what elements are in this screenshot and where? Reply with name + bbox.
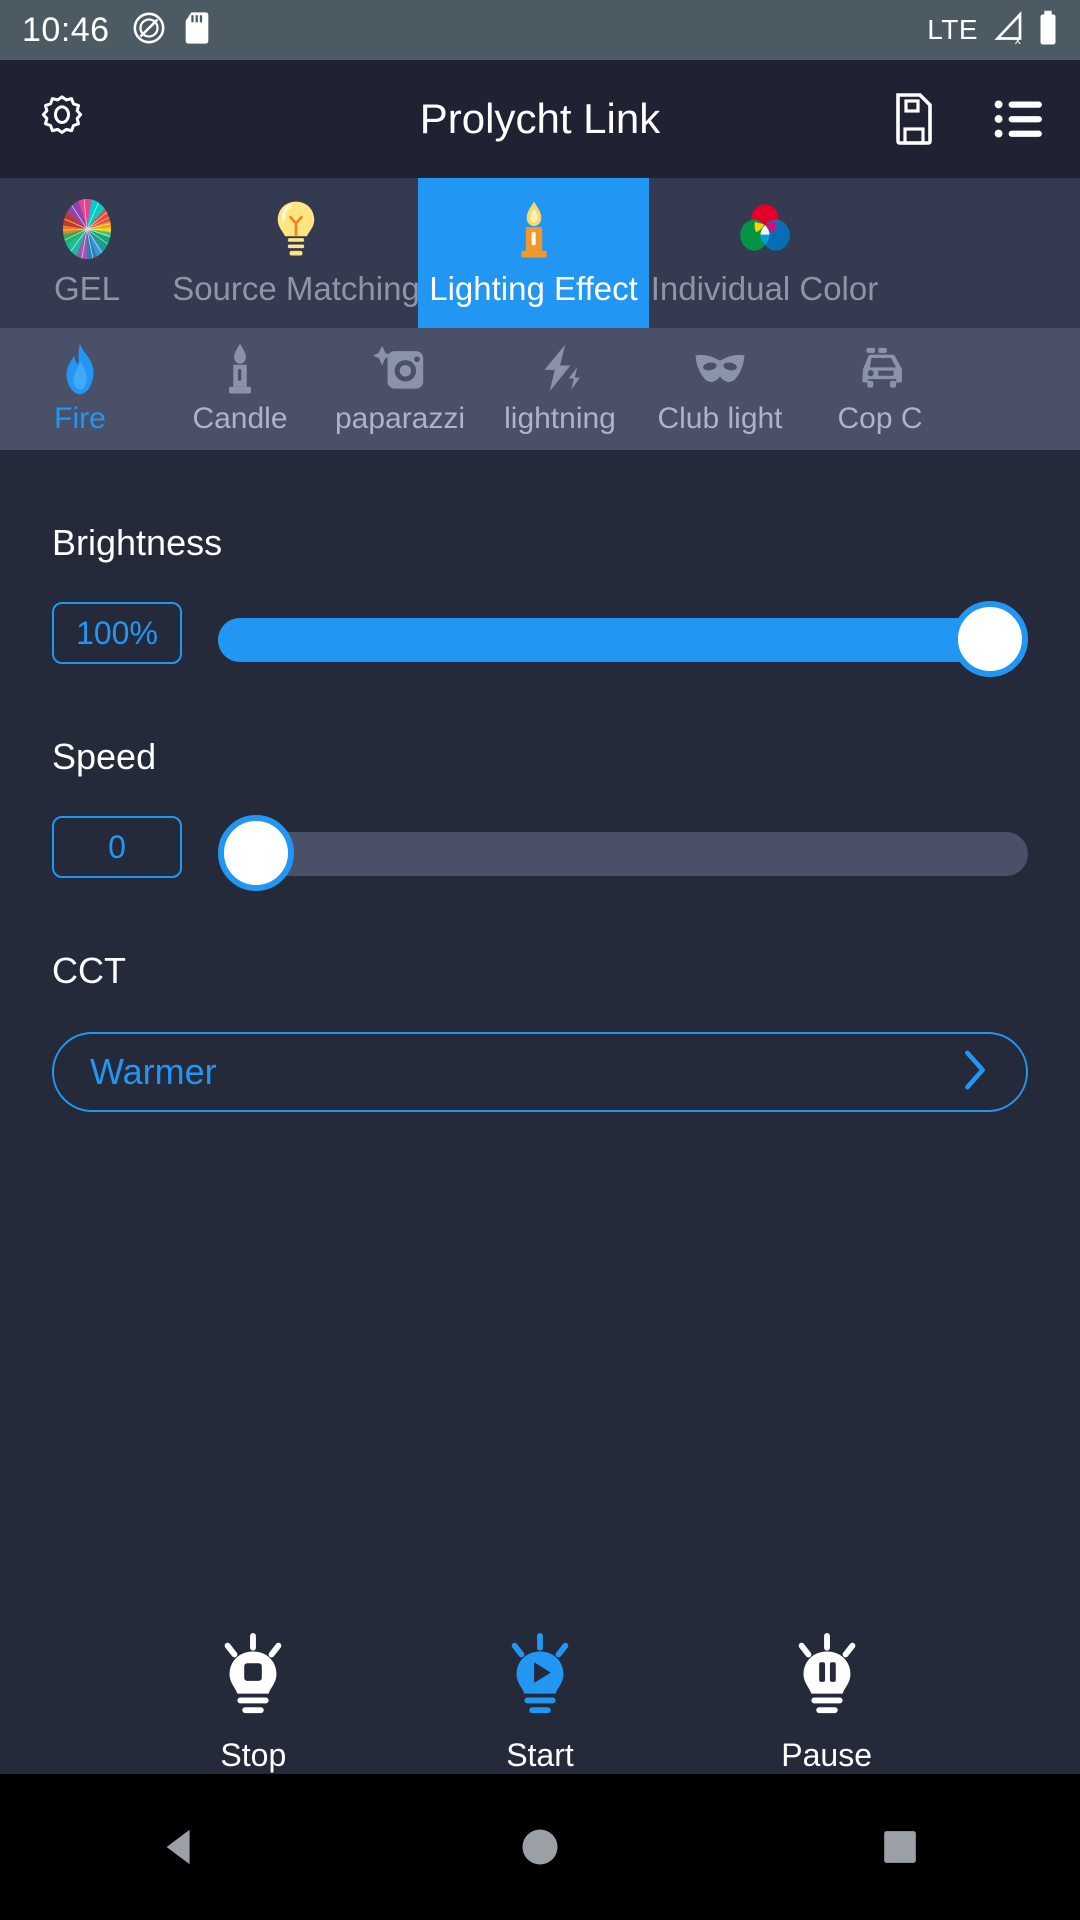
back-icon[interactable] bbox=[120, 1774, 240, 1920]
chevron-right-icon bbox=[960, 1049, 990, 1096]
tab-source-matching[interactable]: Source Matching bbox=[172, 178, 420, 328]
color-wheel-icon bbox=[56, 198, 118, 260]
effect-settings-panel: Brightness 100% Speed 0 CCT Warmer bbox=[0, 450, 1080, 1112]
subtab-label-cop-car: Cop C bbox=[837, 402, 923, 435]
start-button[interactable]: Start bbox=[494, 1629, 586, 1774]
android-nav-bar bbox=[0, 1774, 1080, 1920]
subtab-label-paparazzi: paparazzi bbox=[334, 402, 466, 435]
rgb-circles-icon bbox=[734, 198, 796, 260]
battery-icon bbox=[1038, 10, 1058, 51]
subtab-club-light[interactable]: Club light bbox=[640, 328, 800, 450]
tab-label-gel: GEL bbox=[53, 270, 121, 307]
tab-label-lighting-effect: Lighting Effect bbox=[429, 270, 638, 307]
brightness-label: Brightness bbox=[52, 522, 223, 563]
subtab-label-club-light: Club light bbox=[657, 402, 783, 435]
status-bar: 10:46 LTE x bbox=[0, 0, 1080, 60]
recents-icon[interactable] bbox=[840, 1774, 960, 1920]
main-tab-bar: GEL Source Matching Lighting Effect Indi… bbox=[0, 178, 1080, 328]
camera-icon bbox=[373, 342, 427, 396]
subtab-label-candle: Candle bbox=[192, 402, 288, 435]
signal-no-service-icon: x bbox=[990, 10, 1026, 51]
subtab-label-lightning: lightning bbox=[504, 402, 616, 435]
speed-label: Speed bbox=[52, 736, 157, 777]
speed-slider-track[interactable] bbox=[218, 832, 1028, 876]
flame-icon bbox=[53, 342, 107, 396]
lightning-bolt-icon bbox=[533, 342, 587, 396]
app-bar: Prolycht Link bbox=[0, 60, 1080, 178]
subtab-cop-car[interactable]: Cop C bbox=[800, 328, 960, 450]
tab-lighting-effect[interactable]: Lighting Effect bbox=[418, 178, 649, 328]
speed-slider-thumb[interactable] bbox=[218, 815, 294, 891]
svg-text:x: x bbox=[1015, 32, 1021, 45]
subtab-paparazzi[interactable]: paparazzi bbox=[320, 328, 480, 450]
subtab-candle[interactable]: Candle bbox=[160, 328, 320, 450]
cct-selected-value: Warmer bbox=[90, 1051, 217, 1092]
tab-label-individual-color: Individual Color bbox=[650, 270, 879, 307]
home-icon[interactable] bbox=[480, 1774, 600, 1920]
subtab-label-fire: Fire bbox=[54, 402, 106, 435]
save-file-icon[interactable] bbox=[890, 93, 938, 145]
cct-label: CCT bbox=[52, 950, 126, 991]
bulb-stop-icon bbox=[207, 1629, 299, 1721]
bulb-pause-icon bbox=[781, 1629, 873, 1721]
start-label: Start bbox=[506, 1737, 574, 1773]
network-type-label: LTE bbox=[927, 14, 978, 45]
speed-row: 0 bbox=[52, 815, 1028, 891]
tab-gel[interactable]: GEL bbox=[0, 178, 174, 328]
lightbulb-icon bbox=[265, 198, 327, 260]
tab-individual-color[interactable]: Individual Color bbox=[649, 178, 880, 328]
cct-dropdown[interactable]: Warmer bbox=[52, 1032, 1028, 1112]
brightness-slider-fill bbox=[218, 618, 990, 662]
stop-label: Stop bbox=[220, 1737, 287, 1773]
brightness-value-field[interactable]: 100% bbox=[52, 602, 182, 664]
candle-icon bbox=[503, 198, 565, 260]
pause-label: Pause bbox=[781, 1737, 872, 1773]
stop-button[interactable]: Stop bbox=[207, 1629, 299, 1774]
speed-slider[interactable] bbox=[218, 815, 1028, 891]
sd-card-icon bbox=[184, 11, 210, 50]
subtab-lightning[interactable]: lightning bbox=[480, 328, 640, 450]
brightness-slider[interactable] bbox=[218, 601, 1028, 677]
tab-label-source-matching: Source Matching bbox=[172, 270, 420, 307]
list-menu-icon[interactable] bbox=[994, 97, 1044, 141]
candle-icon bbox=[213, 342, 267, 396]
pause-button[interactable]: Pause bbox=[781, 1629, 873, 1774]
playback-controls: Stop Start Pause bbox=[0, 1629, 1080, 1774]
app-root: 10:46 LTE x Prolycht Link GEL Source Mat… bbox=[0, 0, 1080, 1920]
status-bar-system-icons: LTE x bbox=[927, 10, 1058, 51]
brightness-slider-thumb[interactable] bbox=[952, 601, 1028, 677]
police-car-icon bbox=[853, 342, 907, 396]
gear-icon[interactable] bbox=[36, 93, 88, 145]
subtab-fire[interactable]: Fire bbox=[0, 328, 160, 450]
status-bar-clock: 10:46 bbox=[22, 10, 110, 49]
brightness-row: 100% bbox=[52, 601, 1028, 677]
mask-icon bbox=[693, 342, 747, 396]
do-not-disturb-icon bbox=[132, 11, 166, 50]
status-bar-notification-icons bbox=[132, 11, 210, 50]
effect-sub-tab-bar[interactable]: Fire Candle paparazzi lightning Club lig… bbox=[0, 328, 1080, 450]
bulb-play-icon bbox=[494, 1629, 586, 1721]
speed-value-field[interactable]: 0 bbox=[52, 816, 182, 878]
